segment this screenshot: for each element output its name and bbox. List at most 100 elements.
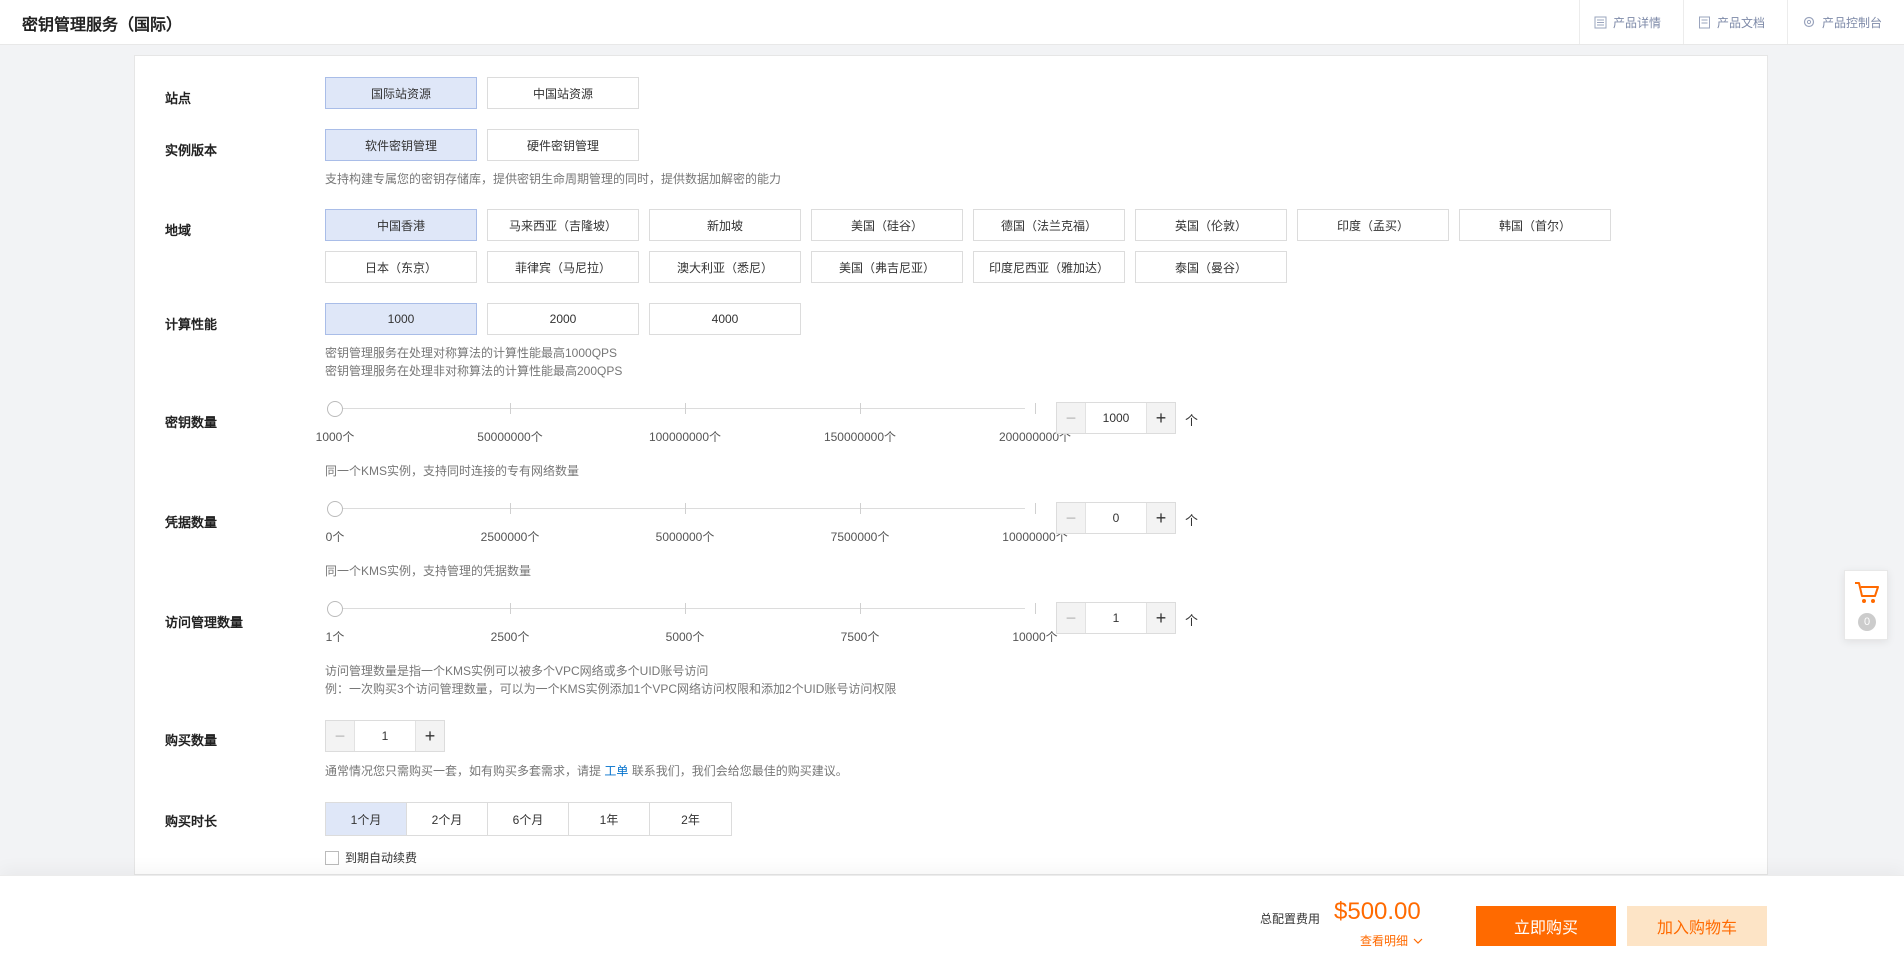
view-details-label: 查看明细	[1360, 934, 1409, 948]
region-label: 地域	[165, 223, 192, 238]
secrets-unit: 个	[1185, 513, 1199, 528]
header-links: 产品详情 产品文档 产品控制台	[1578, 0, 1904, 44]
secrets-label: 凭据数量	[165, 515, 218, 530]
slider-thumb[interactable]	[327, 501, 343, 517]
site-label: 站点	[165, 91, 192, 106]
increment-button[interactable]: +	[1147, 603, 1175, 633]
auto-renew-checkbox[interactable]	[325, 850, 339, 865]
quantity-hint-text: 通常情况您只需购买一套，如有购买多套需求，请提	[325, 764, 605, 778]
decrement-button[interactable]: −	[1057, 603, 1085, 633]
quantity-input[interactable]	[354, 721, 416, 751]
region-option[interactable]: 新加坡	[649, 209, 801, 241]
slider-track	[335, 608, 1025, 609]
cart-count-badge: 0	[1858, 613, 1876, 631]
site-option-china[interactable]: 中国站资源	[487, 77, 639, 109]
keys-unit: 个	[1185, 413, 1199, 428]
region-option[interactable]: 德国（法兰克福）	[973, 209, 1125, 241]
duration-option[interactable]: 6个月	[488, 803, 569, 835]
site-option-international[interactable]: 国际站资源	[325, 77, 477, 109]
duration-option[interactable]: 2年	[650, 803, 731, 835]
keys-input[interactable]	[1085, 403, 1147, 433]
region-option[interactable]: 韩国（首尔）	[1459, 209, 1611, 241]
slider-tick	[1035, 503, 1036, 514]
config-panel: 站点 国际站资源 中国站资源 实例版本 软件密钥管理 硬件密钥管理 支持构建专属…	[134, 55, 1768, 875]
performance-hint-symmetric: 密钥管理服务在处理对称算法的计算性能最高1000QPS	[325, 346, 618, 360]
product-docs-link[interactable]: 产品文档	[1682, 0, 1787, 44]
slider-tick-label: 5000个	[665, 630, 705, 644]
slider-tick	[1035, 403, 1036, 414]
slider-tick	[1035, 603, 1036, 614]
document-icon	[1698, 16, 1710, 28]
region-option[interactable]: 美国（硅谷）	[811, 209, 963, 241]
duration-selector: 1个月 2个月 6个月 1年 2年	[325, 802, 732, 836]
slider-track	[335, 508, 1025, 509]
slider-tick	[860, 403, 861, 414]
edition-option-software[interactable]: 软件密钥管理	[325, 129, 477, 161]
access-input[interactable]	[1085, 603, 1147, 633]
region-option[interactable]: 马来西亚（吉隆坡）	[487, 209, 639, 241]
view-details-link[interactable]: 查看明细	[1360, 932, 1423, 949]
secrets-stepper: − +	[1056, 502, 1176, 534]
access-slider[interactable]: 1个 2500个 5000个 7500个 10000个	[325, 593, 1058, 644]
region-option[interactable]: 泰国（曼谷）	[1135, 251, 1287, 283]
decrement-button[interactable]: −	[1057, 403, 1085, 433]
slider-tick-label: 2500000个	[480, 530, 540, 544]
buy-now-button[interactable]: 立即购买	[1476, 906, 1616, 946]
slider-tick-label: 1个	[325, 630, 345, 644]
keys-stepper: − +	[1056, 402, 1176, 434]
access-unit: 个	[1185, 613, 1199, 628]
product-details-label: 产品详情	[1612, 15, 1661, 30]
slider-thumb[interactable]	[327, 601, 343, 617]
slider-tick-label: 150000000个	[823, 430, 897, 444]
slider-tick-label: 7500个	[840, 630, 880, 644]
slider-tick	[685, 603, 686, 614]
decrement-button[interactable]: −	[326, 721, 354, 751]
slider-thumb[interactable]	[327, 401, 343, 417]
duration-option[interactable]: 2个月	[407, 803, 488, 835]
region-option[interactable]: 印度尼西亚（雅加达）	[973, 251, 1125, 283]
edition-option-hardware[interactable]: 硬件密钥管理	[487, 129, 639, 161]
performance-option-4000[interactable]: 4000	[649, 303, 801, 335]
slider-tick	[860, 503, 861, 514]
secrets-input[interactable]	[1085, 503, 1147, 533]
region-option[interactable]: 英国（伦敦）	[1135, 209, 1287, 241]
auto-renew-label: 到期自动续费	[345, 851, 418, 865]
region-option[interactable]: 美国（弗吉尼亚）	[811, 251, 963, 283]
decrement-button[interactable]: −	[1057, 503, 1085, 533]
page-title: 密钥管理服务（国际）	[22, 17, 183, 34]
duration-option[interactable]: 1年	[569, 803, 650, 835]
region-option[interactable]: 澳大利亚（悉尼）	[649, 251, 801, 283]
product-docs-label: 产品文档	[1716, 15, 1765, 30]
secrets-slider[interactable]: 0个 2500000个 5000000个 7500000个 10000000个	[325, 493, 1068, 544]
add-to-cart-button[interactable]: 加入购物车	[1627, 906, 1767, 946]
access-hint-definition: 访问管理数量是指一个KMS实例可以被多个VPC网络或多个UID账号访问	[325, 664, 709, 678]
access-stepper: − +	[1056, 602, 1176, 634]
auto-renew: 到期自动续费	[325, 849, 417, 866]
slider-tick	[510, 403, 511, 414]
performance-label: 计算性能	[165, 317, 218, 332]
performance-option-2000[interactable]: 2000	[487, 303, 639, 335]
quantity-label: 购买数量	[165, 733, 218, 748]
duration-option[interactable]: 1个月	[326, 803, 407, 835]
slider-tick-label: 0个	[325, 530, 345, 544]
secrets-hint: 同一个KMS实例，支持管理的凭据数量	[325, 564, 532, 578]
slider-tick	[685, 403, 686, 414]
floating-cart[interactable]: 0	[1844, 570, 1888, 640]
increment-button[interactable]: +	[1147, 503, 1175, 533]
increment-button[interactable]: +	[1147, 403, 1175, 433]
chevron-down-icon	[1413, 938, 1423, 944]
top-bar: 密钥管理服务（国际） 产品详情 产品文档 产品控制台	[0, 0, 1904, 45]
total-fee-label: 总配置费用	[1260, 912, 1321, 926]
keys-slider[interactable]: 1000个 50000000个 100000000个 150000000个 20…	[316, 393, 1071, 444]
region-option[interactable]: 中国香港	[325, 209, 477, 241]
edition-hint: 支持构建专属您的密钥存储库，提供密钥生命周期管理的同时，提供数据加解密的能力	[325, 172, 782, 186]
increment-button[interactable]: +	[416, 721, 444, 751]
gear-icon	[1803, 16, 1815, 28]
region-option[interactable]: 日本（东京）	[325, 251, 477, 283]
region-option[interactable]: 印度（孟买）	[1297, 209, 1449, 241]
product-details-link[interactable]: 产品详情	[1578, 0, 1683, 44]
performance-option-1000[interactable]: 1000	[325, 303, 477, 335]
product-console-link[interactable]: 产品控制台	[1786, 0, 1904, 44]
region-option[interactable]: 菲律宾（马尼拉）	[487, 251, 639, 283]
ticket-link[interactable]: 工单	[604, 764, 628, 778]
